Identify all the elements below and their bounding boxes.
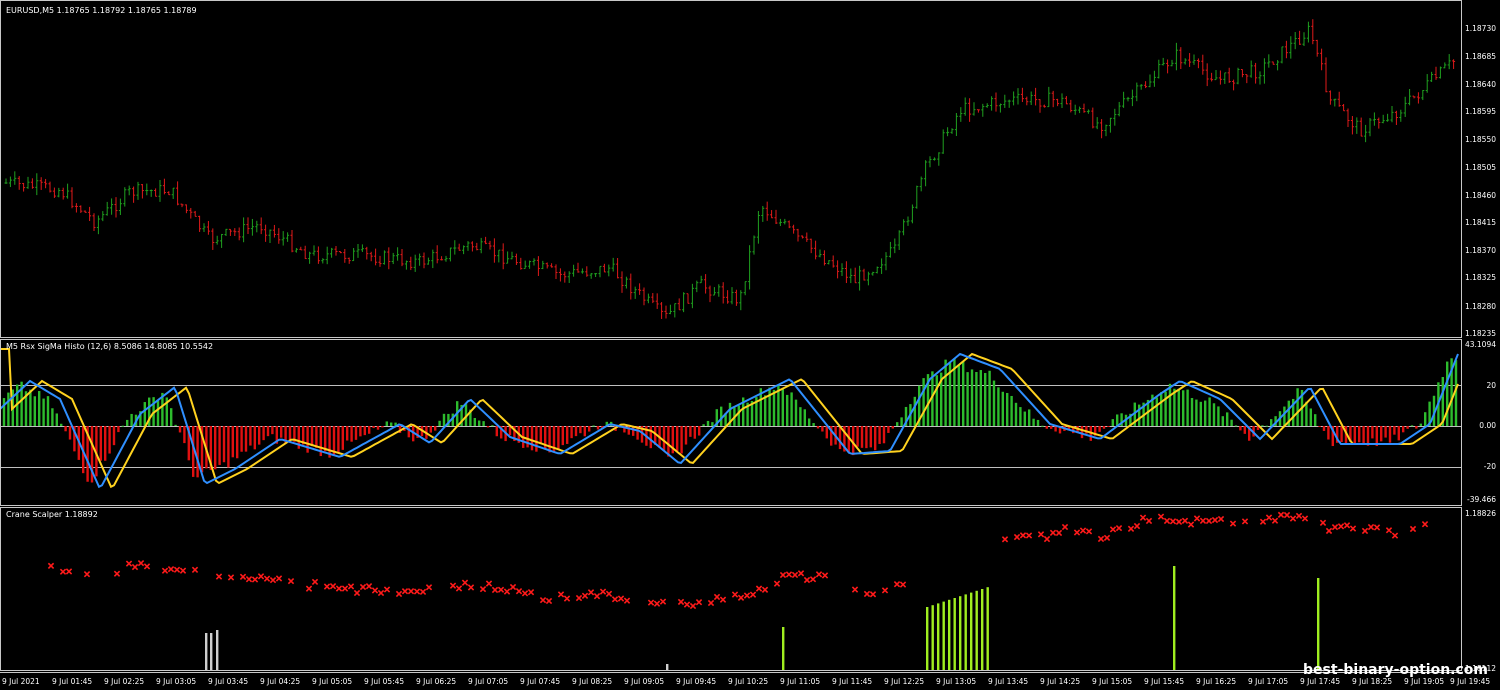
- time-tick: 9 Jul 03:45: [208, 677, 249, 686]
- time-tick: 9 Jul 01:45: [52, 677, 93, 686]
- price-tick: 1.18280: [1464, 302, 1496, 311]
- time-tick: 9 Jul 11:05: [780, 677, 821, 686]
- rsx-tick: 0.00: [1479, 421, 1496, 430]
- rsx-tick: -20: [1483, 462, 1496, 471]
- price-tick: 1.18640: [1464, 80, 1496, 89]
- price-tick: 1.18730: [1464, 24, 1496, 33]
- time-tick: 9 Jul 09:05: [624, 677, 665, 686]
- time-tick: 9 Jul 02:25: [104, 677, 145, 686]
- price-tick: 1.18595: [1464, 107, 1496, 116]
- price-tick: 1.18370: [1464, 246, 1496, 255]
- price-tick: 1.18550: [1464, 135, 1496, 144]
- time-tick: 9 Jul 17:05: [1248, 677, 1289, 686]
- price-tick: 1.18415: [1464, 218, 1496, 227]
- time-tick: 9 Jul 17:45: [1300, 677, 1341, 686]
- price-tick: 1.18235: [1464, 329, 1496, 338]
- time-tick: 9 Jul 08:25: [572, 677, 613, 686]
- time-tick: 9 Jul 07:45: [520, 677, 561, 686]
- price-tick: 1.18460: [1464, 191, 1496, 200]
- time-tick: 9 Jul 09:45: [676, 677, 717, 686]
- pane-border: [0, 339, 1462, 506]
- time-tick: 9 Jul 14:25: [1040, 677, 1081, 686]
- price-tick: 1.18325: [1464, 273, 1496, 282]
- chart-frame: [0, 0, 1462, 673]
- rsx-tick: -39.466: [1467, 495, 1496, 504]
- time-tick: 9 Jul 07:05: [468, 677, 509, 686]
- time-tick: 9 Jul 12:25: [884, 677, 925, 686]
- rsx-tick: 43.1094: [1464, 340, 1496, 349]
- price-tick: 1.18505: [1464, 163, 1496, 172]
- time-tick: 9 Jul 05:05: [312, 677, 353, 686]
- time-tick: 9 Jul 06:25: [416, 677, 457, 686]
- scalper-tick: 1.18826: [1464, 509, 1496, 518]
- time-tick: 9 Jul 13:45: [988, 677, 1029, 686]
- pane-border: [0, 0, 1462, 338]
- time-tick: 9 Jul 03:05: [156, 677, 197, 686]
- pane-border: [0, 507, 1462, 671]
- watermark-text: best-binary-option.com: [1303, 662, 1488, 678]
- time-tick: 9 Jul 13:05: [936, 677, 977, 686]
- time-tick: 9 Jul 11:45: [832, 677, 873, 686]
- time-tick: 9 Jul 15:05: [1092, 677, 1133, 686]
- time-tick: 9 Jul 16:25: [1196, 677, 1237, 686]
- price-tick: 1.18685: [1464, 52, 1496, 61]
- time-tick: 9 Jul 15:45: [1144, 677, 1185, 686]
- time-tick: 9 Jul 04:25: [260, 677, 301, 686]
- trading-terminal-window: EURUSD,M5 1.18765 1.18792 1.18765 1.1878…: [0, 0, 1500, 690]
- time-tick: 9 Jul 19:45: [1450, 677, 1491, 686]
- time-tick: 9 Jul 10:25: [728, 677, 769, 686]
- rsx-tick: 20: [1486, 381, 1496, 390]
- time-tick: 9 Jul 18:25: [1352, 677, 1393, 686]
- time-tick: 9 Jul 19:05: [1404, 677, 1445, 686]
- time-tick: 9 Jul 2021: [2, 677, 40, 686]
- time-tick: 9 Jul 05:45: [364, 677, 405, 686]
